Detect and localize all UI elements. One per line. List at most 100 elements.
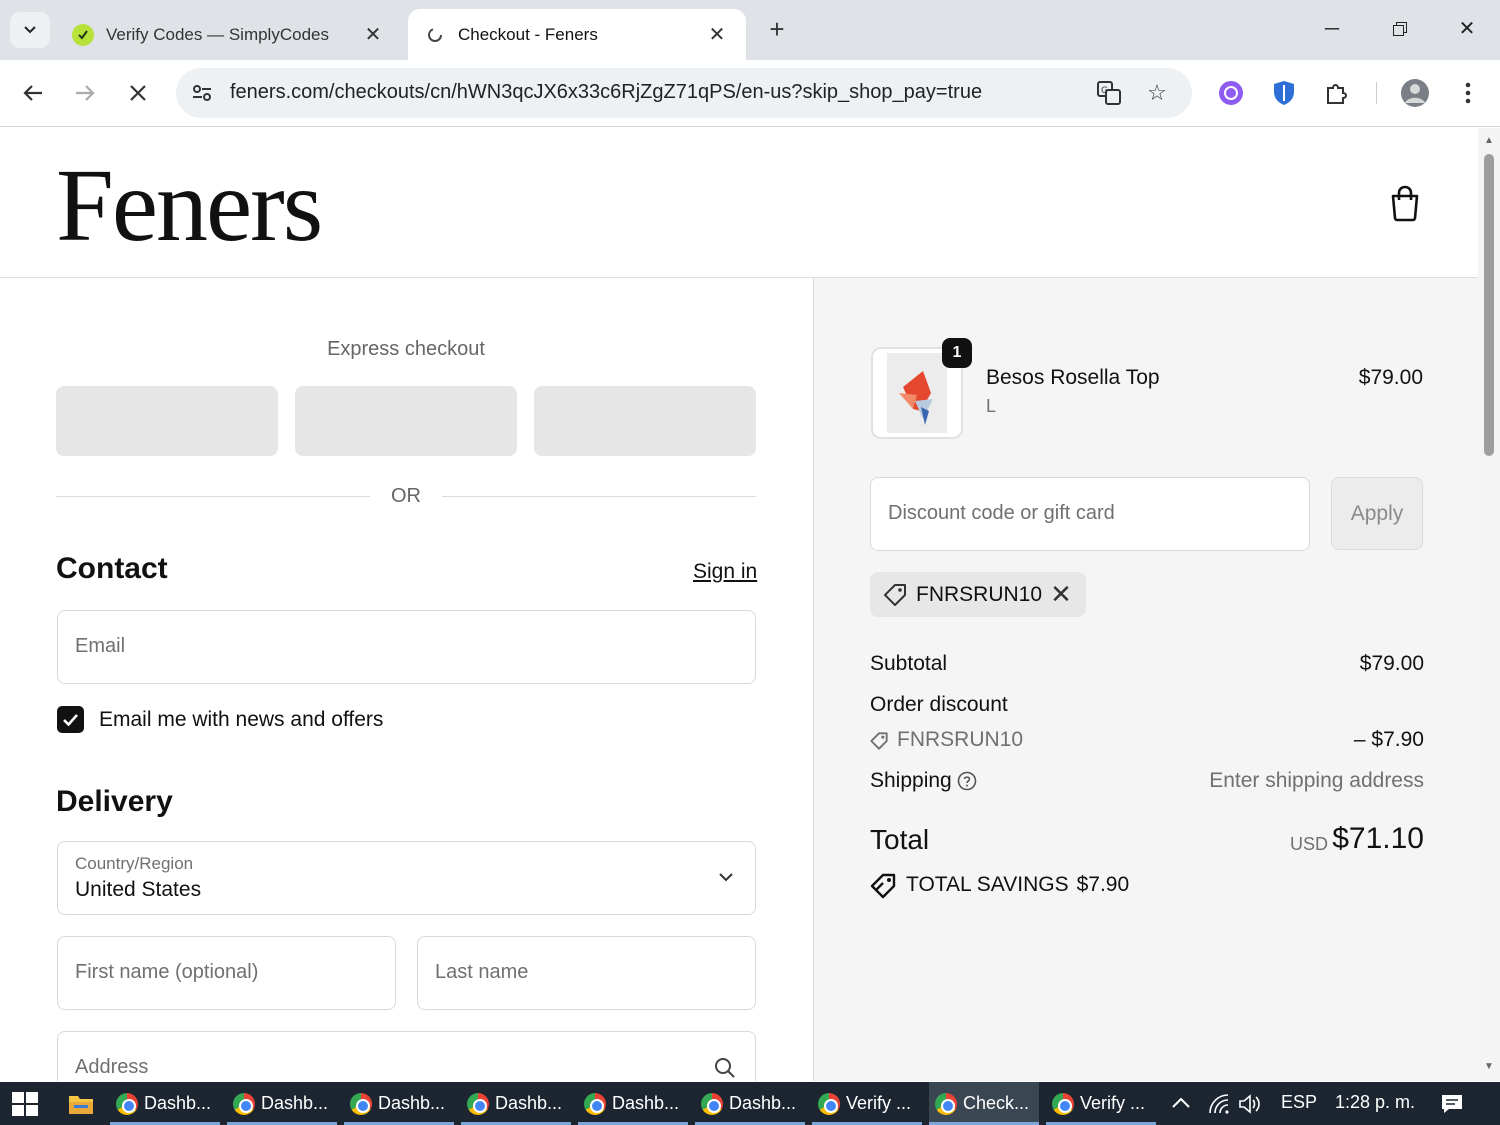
- url-text[interactable]: feners.com/checkouts/cn/hWN3qcJX6x33c6Rj…: [230, 81, 982, 104]
- sign-in-link[interactable]: Sign in: [693, 560, 757, 584]
- scroll-down-arrow-icon[interactable]: ▼: [1483, 1062, 1495, 1072]
- notification-center-icon[interactable]: [1440, 1092, 1464, 1116]
- chrome-icon: [116, 1092, 138, 1115]
- total-label: Total: [870, 824, 930, 855]
- discount-amount: – $7.90: [1353, 728, 1424, 751]
- chrome-icon: [467, 1092, 489, 1115]
- puzzle-icon[interactable]: [1322, 78, 1352, 108]
- product-price: $79.00: [1358, 366, 1423, 389]
- taskbar-app-9[interactable]: Verify ...: [1046, 1082, 1156, 1125]
- help-circle-icon[interactable]: [957, 771, 977, 791]
- profile-avatar[interactable]: [1400, 78, 1430, 108]
- news-offers-label[interactable]: Email me with news and offers: [99, 708, 383, 732]
- subtotal-label: Subtotal: [870, 652, 948, 675]
- taskbar-app-label: Dashb...: [495, 1093, 563, 1113]
- translate-icon[interactable]: G: [1096, 80, 1122, 106]
- chevron-up-icon[interactable]: [1171, 1096, 1191, 1110]
- taskbar-app-8[interactable]: Check...: [929, 1082, 1039, 1125]
- shipping-value: Enter shipping address: [1209, 769, 1424, 792]
- express-pay-button-2[interactable]: [295, 386, 517, 456]
- taskbar-app-label: Dashb...: [612, 1093, 680, 1113]
- express-checkout-title: Express checkout: [327, 338, 485, 360]
- chrome-icon: [935, 1092, 957, 1115]
- new-tab-plus-icon[interactable]: +: [762, 14, 792, 44]
- toolbar-divider: [1376, 82, 1377, 104]
- address-bar[interactable]: feners.com/checkouts/cn/hWN3qcJX6x33c6Rj…: [176, 68, 1192, 118]
- taskbar-app-6[interactable]: Dashb...: [695, 1082, 805, 1125]
- windows-start-icon[interactable]: [12, 1092, 38, 1116]
- discount-code-line: FNRSRUN10: [897, 728, 1024, 751]
- total-savings-value: $7.90: [1076, 873, 1130, 896]
- minimize-icon[interactable]: ─: [1312, 14, 1352, 44]
- remove-discount-close-icon[interactable]: ✕: [1048, 579, 1074, 609]
- taskbar-app-2[interactable]: Dashb...: [227, 1082, 337, 1125]
- country-region-value: United States: [75, 878, 202, 901]
- scroll-up-arrow-icon[interactable]: ▲: [1483, 136, 1495, 146]
- tag-icon: [870, 732, 888, 750]
- address-field[interactable]: Address: [57, 1031, 756, 1081]
- window-close-icon[interactable]: ✕: [1447, 14, 1487, 44]
- browser-tab-strip: Verify Codes — SimplyCodes ✕ Checkout - …: [0, 0, 1500, 60]
- taskbar-app-1[interactable]: Dashb...: [110, 1082, 220, 1125]
- taskbar-app-label: Verify ...: [1080, 1093, 1146, 1113]
- chrome-icon: [818, 1092, 840, 1115]
- forward-arrow-icon[interactable]: [68, 76, 102, 110]
- taskbar-app-3[interactable]: Dashb...: [344, 1082, 454, 1125]
- bitwarden-shield-icon[interactable]: [1269, 78, 1299, 108]
- chrome-icon: [584, 1092, 606, 1115]
- first-name-field[interactable]: First name (optional): [57, 936, 396, 1010]
- chrome-icon: [1052, 1092, 1074, 1115]
- back-arrow-icon[interactable]: [16, 76, 50, 110]
- total-currency: USD: [1289, 834, 1328, 854]
- tab-verify-codes[interactable]: Verify Codes — SimplyCodes ✕: [56, 9, 402, 60]
- or-divider-left: [56, 496, 370, 497]
- taskbar-app-label: Dashb...: [261, 1093, 329, 1113]
- applied-discount-chip: FNRSRUN10 ✕: [870, 572, 1086, 617]
- tag-icon: [884, 584, 906, 606]
- express-pay-button-1[interactable]: [56, 386, 278, 456]
- apply-discount-button[interactable]: Apply: [1331, 477, 1423, 550]
- taskbar-app-7[interactable]: Verify ...: [812, 1082, 922, 1125]
- chevron-down-icon: [24, 26, 36, 34]
- tab-close-icon[interactable]: ✕: [706, 22, 728, 47]
- input-language[interactable]: ESP: [1281, 1092, 1317, 1113]
- news-offers-checkbox[interactable]: [57, 706, 84, 733]
- last-name-placeholder: Last name: [435, 961, 529, 983]
- discount-code-field[interactable]: Discount code or gift card: [870, 477, 1310, 551]
- total-savings-label: TOTAL SAVINGS: [906, 873, 1069, 896]
- extension-purple-icon[interactable]: [1216, 78, 1246, 108]
- loading-favicon-icon: [424, 24, 446, 46]
- store-logo[interactable]: Feners: [56, 146, 323, 265]
- applied-discount-code: FNRSRUN10: [916, 583, 1043, 606]
- star-icon[interactable]: ☆: [1144, 80, 1170, 106]
- taskbar-app-5[interactable]: Dashb...: [578, 1082, 688, 1125]
- email-placeholder: Email: [75, 635, 126, 657]
- restore-icon[interactable]: [1380, 14, 1420, 44]
- shopping-bag-icon[interactable]: [1388, 184, 1422, 222]
- last-name-field[interactable]: Last name: [417, 936, 756, 1010]
- shipping-label: Shipping: [870, 769, 952, 792]
- site-settings-icon[interactable]: [190, 81, 214, 105]
- svg-text:G: G: [1101, 86, 1108, 96]
- or-separator-text: OR: [391, 485, 421, 507]
- scrollbar-thumb[interactable]: [1484, 154, 1494, 456]
- subtotal-value: $79.00: [1359, 652, 1424, 675]
- tab-search-button[interactable]: [10, 12, 50, 48]
- wifi-icon[interactable]: [1208, 1093, 1230, 1115]
- taskbar-app-4[interactable]: Dashb...: [461, 1082, 571, 1125]
- country-region-select[interactable]: Country/Region United States: [57, 841, 756, 915]
- checkout-page: Feners Express checkout OR Contact Sign …: [0, 128, 1478, 1081]
- volume-icon[interactable]: [1238, 1093, 1262, 1115]
- email-field[interactable]: Email: [57, 610, 756, 684]
- chrome-icon: [701, 1092, 723, 1115]
- express-pay-button-3[interactable]: [534, 386, 756, 456]
- file-explorer-icon[interactable]: [68, 1093, 94, 1115]
- page-scrollbar[interactable]: ▲ ▼: [1478, 128, 1500, 1081]
- taskbar-app-label: Dashb...: [144, 1093, 212, 1113]
- kebab-menu-icon[interactable]: [1453, 78, 1483, 108]
- system-clock[interactable]: 1:28 p. m.: [1335, 1092, 1415, 1113]
- tab-checkout-feners[interactable]: Checkout - Feners ✕: [408, 9, 746, 60]
- stop-loading-icon[interactable]: [121, 76, 155, 110]
- tab-close-icon[interactable]: ✕: [362, 22, 384, 47]
- total-value: $71.10: [1332, 822, 1424, 855]
